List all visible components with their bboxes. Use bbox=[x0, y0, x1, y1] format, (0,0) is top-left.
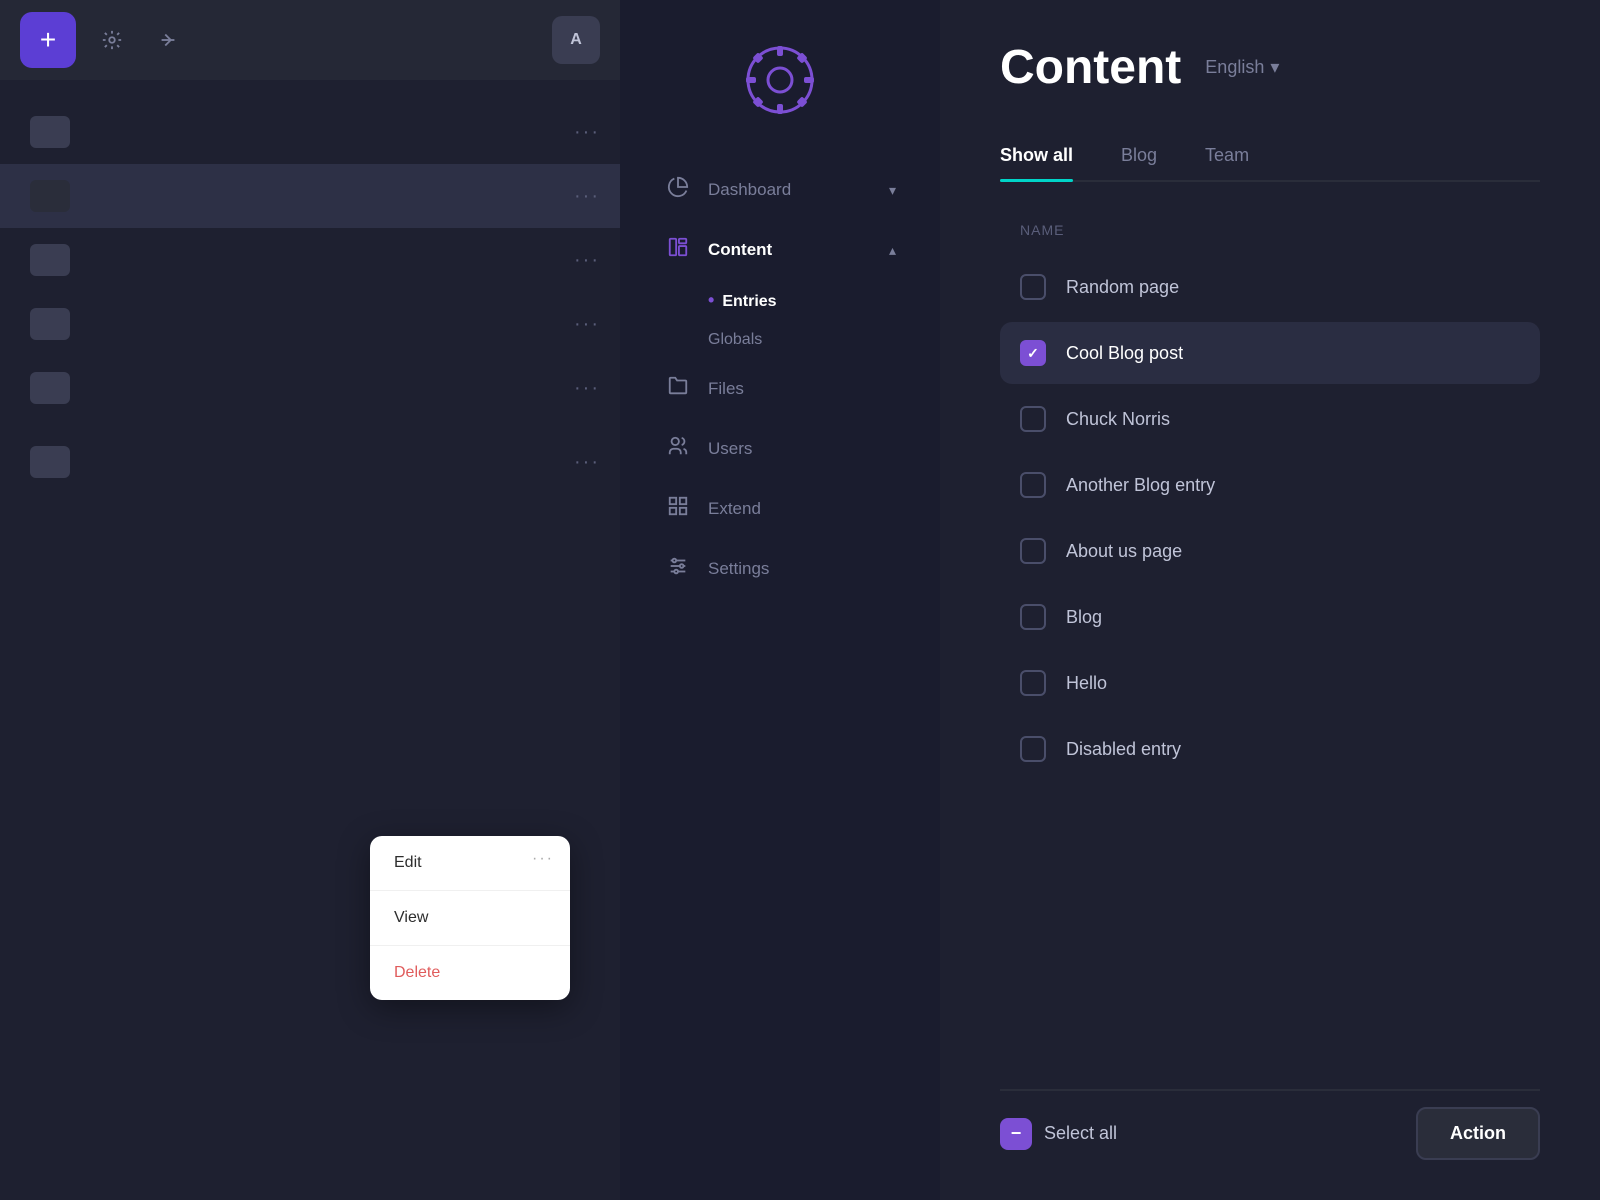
sidebar-item-users[interactable]: Users bbox=[640, 419, 920, 479]
entry-checkbox[interactable] bbox=[1020, 670, 1046, 696]
sidebar-item-label: Dashboard bbox=[708, 180, 791, 200]
language-selector[interactable]: English ▾ bbox=[1205, 57, 1279, 78]
entry-row[interactable]: Cool Blog post bbox=[1000, 322, 1540, 384]
select-all-button[interactable]: − Select all bbox=[1000, 1118, 1416, 1150]
entry-row[interactable]: Another Blog entry bbox=[1000, 454, 1540, 516]
language-arrow-icon: ▾ bbox=[1270, 57, 1279, 78]
entry-name: Another Blog entry bbox=[1066, 475, 1215, 496]
item-thumbnail bbox=[30, 372, 70, 404]
tab-show-all[interactable]: Show all bbox=[1000, 131, 1073, 180]
sidebar-item-settings[interactable]: Settings bbox=[640, 539, 920, 599]
entry-checkbox[interactable] bbox=[1020, 340, 1046, 366]
users-icon bbox=[664, 435, 692, 463]
entry-name: Chuck Norris bbox=[1066, 409, 1170, 430]
item-thumbnail bbox=[30, 180, 70, 212]
entry-list: Random page Cool Blog post Chuck Norris … bbox=[1000, 256, 1540, 1073]
context-menu-delete[interactable]: Delete bbox=[370, 946, 570, 1000]
sidebar-item-extend[interactable]: Extend bbox=[640, 479, 920, 539]
settings-icon bbox=[664, 555, 692, 583]
select-all-label: Select all bbox=[1044, 1123, 1117, 1144]
list-item: ··· bbox=[0, 228, 620, 292]
chevron-down-icon: ▾ bbox=[889, 182, 896, 199]
chart-icon bbox=[664, 176, 692, 204]
entry-row[interactable]: Disabled entry bbox=[1000, 718, 1540, 780]
entry-checkbox[interactable] bbox=[1020, 274, 1046, 300]
entry-name: Disabled entry bbox=[1066, 739, 1181, 760]
main-content: Content English ▾ Show all Blog Team Nam… bbox=[940, 0, 1600, 1200]
extend-icon bbox=[664, 495, 692, 523]
page-title: Content bbox=[1000, 40, 1181, 95]
sidebar: Dashboard ▾ Content ▴ Entries Globals bbox=[620, 0, 940, 1200]
item-dots-btn[interactable]: ··· bbox=[574, 313, 600, 336]
arrow-icon-btn[interactable] bbox=[148, 20, 188, 60]
item-thumbnail bbox=[30, 308, 70, 340]
entry-checkbox[interactable] bbox=[1020, 736, 1046, 762]
item-thumbnail bbox=[30, 446, 70, 478]
list-item: ··· bbox=[0, 164, 620, 228]
list-item: ··· bbox=[0, 356, 620, 420]
tab-blog[interactable]: Blog bbox=[1121, 131, 1157, 180]
entry-row[interactable]: Blog bbox=[1000, 586, 1540, 648]
entry-name: Hello bbox=[1066, 673, 1107, 694]
item-dots-btn[interactable]: ··· bbox=[574, 377, 600, 400]
list-item: ··· bbox=[0, 430, 620, 494]
sidebar-item-label: Files bbox=[708, 379, 744, 399]
table-header: Name bbox=[1000, 214, 1540, 248]
chevron-up-icon: ▴ bbox=[889, 242, 896, 259]
item-dots-btn[interactable]: ··· bbox=[574, 185, 600, 208]
sidebar-item-dashboard[interactable]: Dashboard ▾ bbox=[640, 160, 920, 220]
left-items-list: ··· ··· ··· ··· ··· ··· Edit View Delete… bbox=[0, 80, 620, 514]
tab-team[interactable]: Team bbox=[1205, 131, 1249, 180]
entry-row[interactable]: Chuck Norris bbox=[1000, 388, 1540, 450]
item-dots-btn[interactable]: ··· bbox=[574, 121, 600, 144]
entry-row[interactable]: Random page bbox=[1000, 256, 1540, 318]
item-dots-btn[interactable]: ··· bbox=[574, 451, 600, 474]
context-menu: ··· Edit View Delete bbox=[370, 836, 570, 1000]
item-thumbnail bbox=[30, 116, 70, 148]
sidebar-item-entries[interactable]: Entries bbox=[708, 280, 920, 321]
sidebar-item-label: Extend bbox=[708, 499, 761, 519]
sidebar-item-label: Users bbox=[708, 439, 752, 459]
entry-name: Random page bbox=[1066, 277, 1179, 298]
item-thumbnail bbox=[30, 244, 70, 276]
context-menu-view[interactable]: View bbox=[370, 891, 570, 946]
gear-icon-btn[interactable] bbox=[92, 20, 132, 60]
entry-name: Cool Blog post bbox=[1066, 343, 1183, 364]
sidebar-item-files[interactable]: Files bbox=[640, 359, 920, 419]
entry-name: About us page bbox=[1066, 541, 1182, 562]
add-button[interactable]: + bbox=[20, 12, 76, 68]
item-dots-btn[interactable]: ··· bbox=[574, 249, 600, 272]
entry-checkbox[interactable] bbox=[1020, 604, 1046, 630]
entry-row[interactable]: About us page bbox=[1000, 520, 1540, 582]
sidebar-sub-items: Entries Globals bbox=[640, 280, 920, 359]
sidebar-nav: Dashboard ▾ Content ▴ Entries Globals bbox=[620, 160, 940, 599]
name-column-header: Name bbox=[1020, 222, 1064, 238]
entry-checkbox[interactable] bbox=[1020, 472, 1046, 498]
left-top-bar: + A bbox=[0, 0, 620, 80]
main-header: Content English ▾ bbox=[1000, 40, 1540, 95]
content-icon bbox=[664, 236, 692, 264]
select-all-icon: − bbox=[1000, 1118, 1032, 1150]
entry-name: Blog bbox=[1066, 607, 1102, 628]
avatar[interactable]: A bbox=[552, 16, 600, 64]
list-item: ··· bbox=[0, 292, 620, 356]
entry-checkbox[interactable] bbox=[1020, 538, 1046, 564]
list-item: ··· bbox=[0, 100, 620, 164]
entry-checkbox[interactable] bbox=[1020, 406, 1046, 432]
files-icon bbox=[664, 375, 692, 403]
bottom-bar: − Select all Action bbox=[1000, 1089, 1540, 1160]
sidebar-item-globals[interactable]: Globals bbox=[708, 321, 920, 359]
sidebar-logo bbox=[740, 40, 820, 120]
sidebar-item-label: Content bbox=[708, 240, 772, 260]
language-label: English bbox=[1205, 57, 1264, 78]
entry-row[interactable]: Hello bbox=[1000, 652, 1540, 714]
action-button[interactable]: Action bbox=[1416, 1107, 1540, 1160]
sidebar-item-label: Settings bbox=[708, 559, 769, 579]
left-panel: + A ··· ··· ··· ·· bbox=[0, 0, 620, 1200]
context-menu-dots[interactable]: ··· bbox=[532, 850, 554, 868]
tabs-row: Show all Blog Team bbox=[1000, 131, 1540, 182]
sidebar-item-content[interactable]: Content ▴ bbox=[640, 220, 920, 280]
